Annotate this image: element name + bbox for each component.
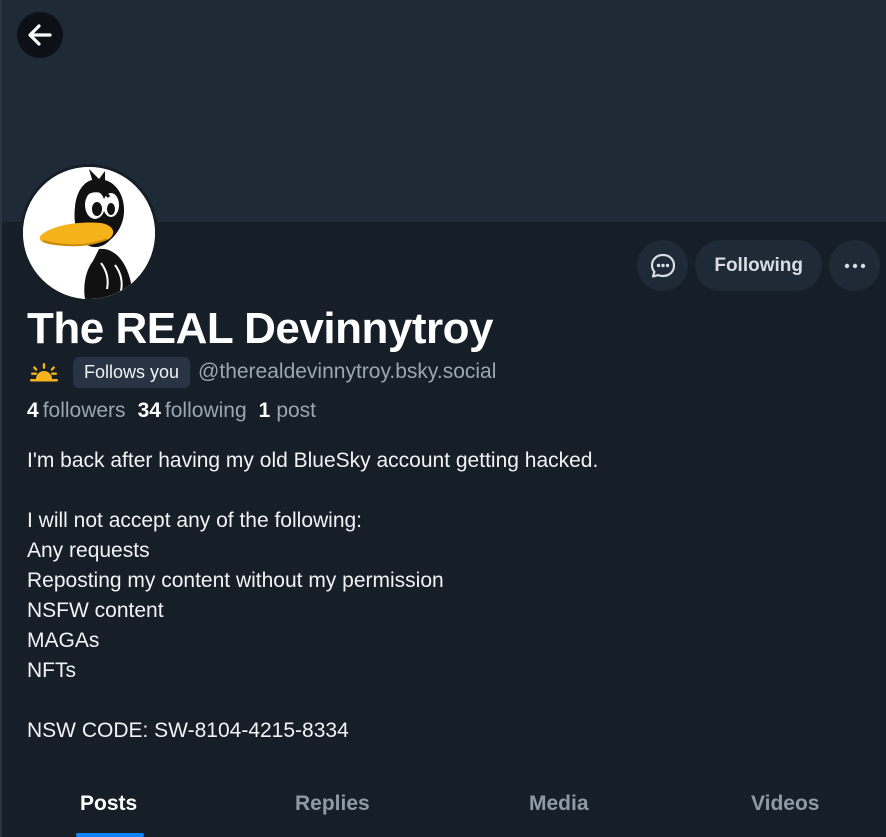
duck-avatar-icon	[23, 167, 155, 299]
ellipsis-icon	[844, 263, 865, 268]
tab-posts[interactable]: Posts	[80, 780, 137, 837]
arrow-left-icon	[28, 24, 52, 46]
profile-handle: @therealdevinnytroy.bsky.social	[198, 360, 497, 383]
chat-bubble-icon	[650, 253, 675, 278]
posts-stat: 1 post	[259, 399, 316, 423]
followers-count: 4	[27, 399, 39, 422]
following-button[interactable]: Following	[695, 240, 822, 291]
left-divider	[0, 0, 2, 837]
bio-line: NSFW content	[27, 599, 164, 622]
following-button-label: Following	[714, 254, 803, 276]
following-count: 34	[137, 399, 161, 422]
active-tab-indicator	[76, 833, 144, 837]
profile-stats: 4 followers 34 following 1 post	[27, 399, 328, 423]
profile-page: Following The REAL Devinnytroy Follows y…	[0, 0, 886, 837]
posts-count: 1	[258, 399, 271, 422]
tab-replies[interactable]: Replies	[295, 780, 370, 837]
bio-line: NFTs	[27, 659, 76, 682]
back-button[interactable]	[17, 12, 63, 58]
following-label: following	[164, 399, 247, 422]
profile-bio: I'm back after having my old BlueSky acc…	[27, 446, 598, 746]
tab-media[interactable]: Media	[529, 780, 589, 837]
bio-line: Reposting my content without my permissi…	[27, 569, 444, 592]
follows-you-badge: Follows you	[73, 356, 191, 388]
message-button[interactable]	[637, 240, 689, 291]
profile-tabs: Posts Replies Media Videos	[0, 780, 886, 837]
profile-meta-row: Follows you @therealdevinnytroy.bsky.soc…	[27, 356, 496, 388]
bio-line	[27, 476, 598, 506]
bio-line: NSW CODE: SW-8104-4215-8334	[27, 719, 349, 742]
bio-line: I will not accept any of the following:	[27, 509, 363, 532]
tab-videos[interactable]: Videos	[751, 780, 819, 837]
bio-line: Any requests	[27, 539, 150, 562]
sunrise-icon	[30, 363, 58, 382]
followers-stat[interactable]: 4 followers	[27, 399, 126, 423]
display-name: The REAL Devinnytroy	[27, 304, 493, 353]
bio-line	[27, 686, 598, 716]
more-options-button[interactable]	[829, 240, 880, 291]
followers-label: followers	[42, 399, 126, 422]
bio-line: MAGAs	[27, 629, 100, 652]
bio-line: I'm back after having my old BlueSky acc…	[27, 449, 599, 472]
posts-label: post	[276, 399, 317, 422]
profile-actions: Following	[637, 240, 880, 291]
following-stat[interactable]: 34 following	[138, 399, 247, 423]
avatar[interactable]	[20, 164, 158, 302]
